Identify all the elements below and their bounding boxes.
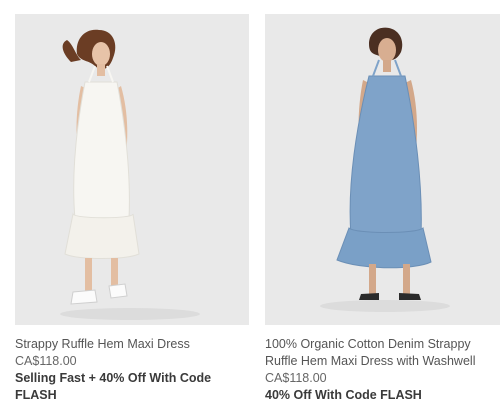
product-name[interactable]: Strappy Ruffle Hem Maxi Dress — [15, 336, 249, 353]
product-grid: Strappy Ruffle Hem Maxi Dress CA$118.00 … — [0, 0, 504, 408]
product-price: CA$118.00 — [265, 371, 327, 385]
product-image[interactable] — [15, 14, 249, 325]
denim-maxi-dress-photo-icon — [265, 14, 500, 325]
product-card[interactable]: Strappy Ruffle Hem Maxi Dress CA$118.00 … — [15, 14, 249, 404]
product-card[interactable]: 100% Organic Cotton Denim Strappy Ruffle… — [265, 14, 500, 404]
promo-text: Selling Fast + 40% Off With Code FLASH — [15, 371, 212, 402]
product-price: CA$118.00 — [15, 354, 77, 368]
product-image[interactable] — [265, 14, 500, 325]
product-name[interactable]: 100% Organic Cotton Denim Strappy Ruffle… — [265, 336, 500, 370]
white-maxi-dress-photo-icon — [15, 14, 249, 325]
promo-text: 40% Off With Code FLASH — [265, 388, 422, 402]
